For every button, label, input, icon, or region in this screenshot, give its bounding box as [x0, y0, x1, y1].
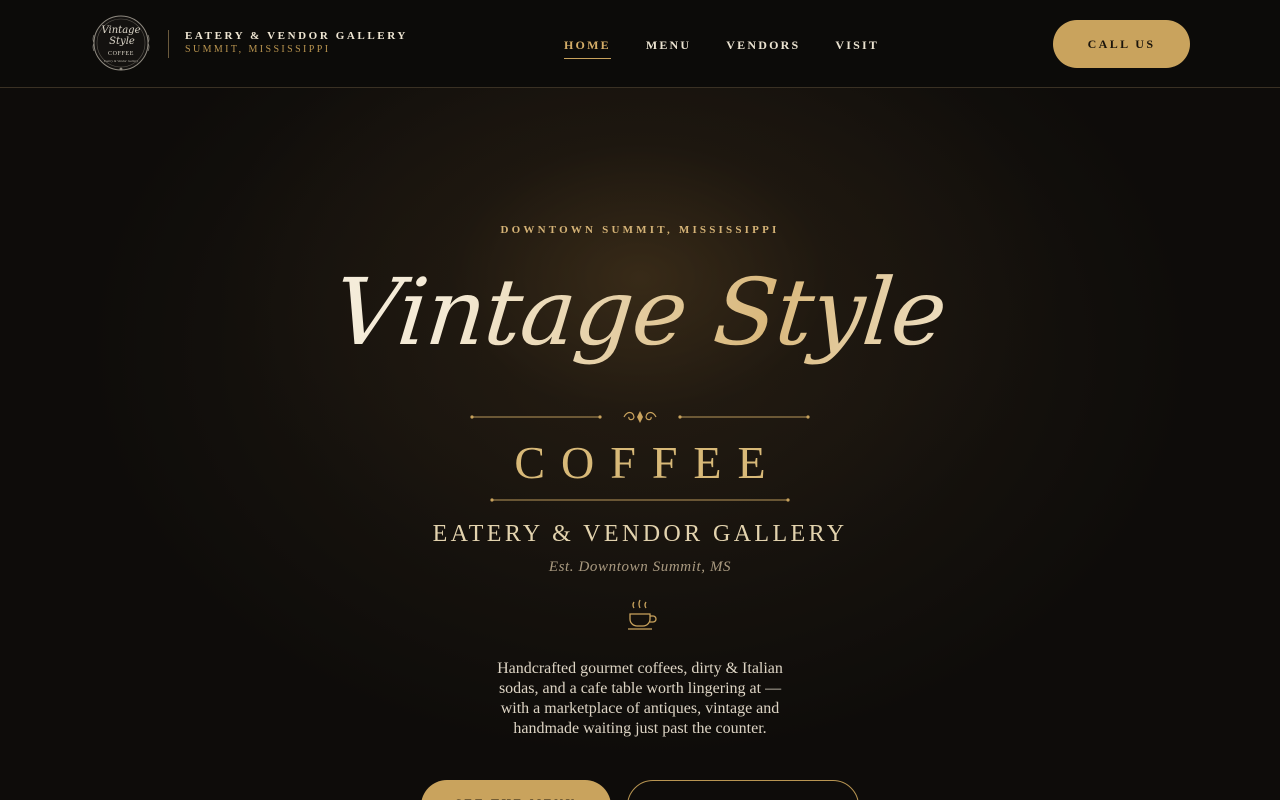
- nav-home[interactable]: HOME: [564, 38, 611, 59]
- nav-vendors[interactable]: VENDORS: [726, 38, 800, 59]
- coffee-underline: [490, 498, 790, 502]
- svg-text:Vintage: Vintage: [102, 25, 141, 36]
- brand-subtitle: SUMMIT, MISSISSIPPI: [185, 44, 331, 55]
- hero-description: Handcrafted gourmet coffees, dirty & Ita…: [497, 660, 783, 737]
- hero-coffee-word: COFFEE: [514, 437, 782, 488]
- see-menu-button[interactable]: SEE THE MENU: [421, 780, 611, 800]
- hero-established: Est. Downtown Summit, MS: [548, 559, 732, 575]
- hero-eyebrow: DOWNTOWN SUMMIT, MISSISSIPPI: [500, 224, 780, 236]
- nav-menu[interactable]: MENU: [646, 38, 691, 59]
- coffee-cup-icon: [628, 599, 657, 630]
- svg-text:Style: Style: [109, 36, 135, 47]
- site-header: Vintage Style COFFEE Eatery & Vendor Gal…: [0, 0, 1280, 88]
- hero-subtitle: EATERY & VENDOR GALLERY: [432, 521, 848, 547]
- svg-text:Eatery & Vendor Gallery: Eatery & Vendor Gallery: [103, 59, 139, 63]
- brand-title: EATERY & VENDOR GALLERY: [185, 30, 408, 42]
- brand-divider: [168, 30, 169, 58]
- logo-badge[interactable]: Vintage Style COFFEE Eatery & Vendor Gal…: [91, 13, 151, 73]
- hero-script-title: Vintage Style: [0, 238, 1280, 388]
- flourish-ornament: [470, 411, 810, 423]
- svg-text:COFFEE: COFFEE: [108, 51, 134, 57]
- main-nav: HOME MENU VENDORS VISIT: [564, 38, 879, 59]
- call-us-button[interactable]: CALL US: [1053, 20, 1190, 68]
- nav-visit[interactable]: VISIT: [835, 38, 879, 59]
- cup-divider: [517, 599, 764, 630]
- shop-vendors-button[interactable]: SHOP THE VENDORS: [627, 780, 859, 800]
